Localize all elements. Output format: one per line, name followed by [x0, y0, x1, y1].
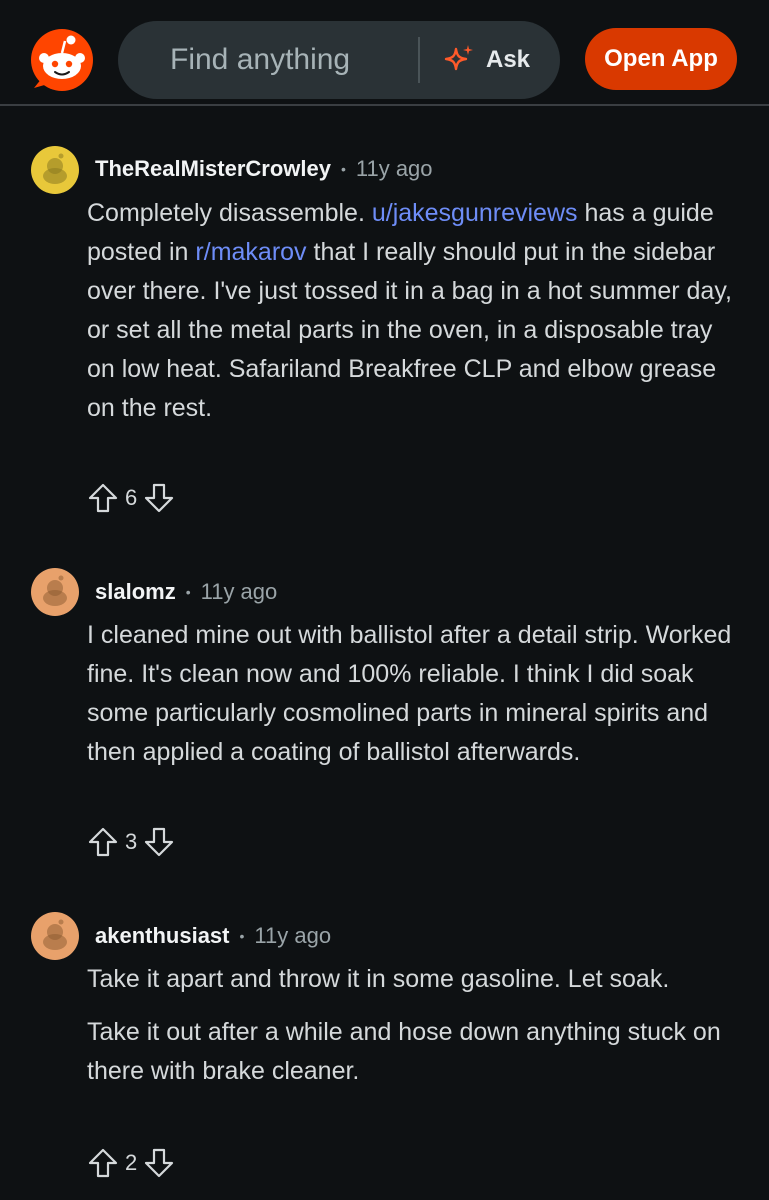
comment-meta: TheRealMisterCrowley • 11y ago — [95, 153, 433, 185]
comment-text: Completely disassemble. — [87, 199, 372, 227]
downvote-icon — [145, 1148, 174, 1178]
downvote-icon — [145, 483, 174, 513]
search-divider — [418, 37, 420, 83]
upvote-icon — [88, 483, 118, 513]
user-avatar[interactable] — [31, 912, 79, 960]
comment-author[interactable]: akenthusiast — [95, 923, 230, 949]
comment-time: 11y ago — [355, 156, 433, 181]
vote-bar: 2 — [87, 1146, 175, 1180]
sparkle-icon — [444, 45, 473, 71]
user-link[interactable]: u/jakesgunreviews — [372, 199, 578, 227]
comment-paragraph: Take it apart and throw it in some gasol… — [87, 965, 670, 993]
upvote-icon — [88, 827, 118, 857]
downvote-icon — [145, 827, 174, 857]
downvote-button[interactable] — [143, 1147, 175, 1179]
comment-time: 11y ago — [254, 923, 332, 948]
comment-meta: akenthusiast • 11y ago — [95, 920, 331, 952]
ask-label: Ask — [486, 46, 531, 73]
user-avatar[interactable] — [31, 568, 79, 616]
upvote-button[interactable] — [87, 482, 119, 514]
upvote-button[interactable] — [87, 826, 119, 858]
comment-body: Completely disassemble. u/jakesgunreview… — [87, 194, 737, 442]
vote-count: 2 — [125, 1150, 138, 1175]
meta-separator: • — [185, 584, 191, 600]
meta-separator: • — [340, 161, 346, 177]
comment-body: I cleaned mine out with ballistol after … — [87, 616, 737, 786]
user-avatar[interactable] — [31, 146, 79, 194]
reddit-logo-icon[interactable] — [30, 28, 94, 92]
vote-bar: 3 — [87, 825, 175, 859]
top-bar: Ask Open App — [0, 0, 769, 106]
downvote-button[interactable] — [143, 826, 175, 858]
comment-paragraph: Take it out after a while and hose down … — [87, 1018, 721, 1085]
comment-time: 11y ago — [200, 579, 278, 604]
comment-body: Take it apart and throw it in some gasol… — [87, 960, 737, 1105]
upvote-icon — [88, 1148, 118, 1178]
subreddit-link[interactable]: r/makarov — [195, 238, 306, 266]
downvote-button[interactable] — [143, 482, 175, 514]
meta-separator: • — [239, 928, 245, 944]
upvote-button[interactable] — [87, 1147, 119, 1179]
comment-paragraph: I cleaned mine out with ballistol after … — [87, 621, 732, 766]
vote-count: 6 — [125, 485, 138, 510]
vote-count: 3 — [125, 829, 138, 854]
vote-bar: 6 — [87, 481, 175, 515]
comment-author[interactable]: slalomz — [95, 579, 176, 605]
comment-author[interactable]: TheRealMisterCrowley — [95, 156, 331, 182]
search-input[interactable] — [168, 39, 412, 81]
comment-meta: slalomz • 11y ago — [95, 576, 277, 608]
open-app-button[interactable]: Open App — [585, 28, 737, 90]
search-bar: Ask — [118, 21, 560, 99]
ask-button[interactable]: Ask — [438, 35, 548, 85]
